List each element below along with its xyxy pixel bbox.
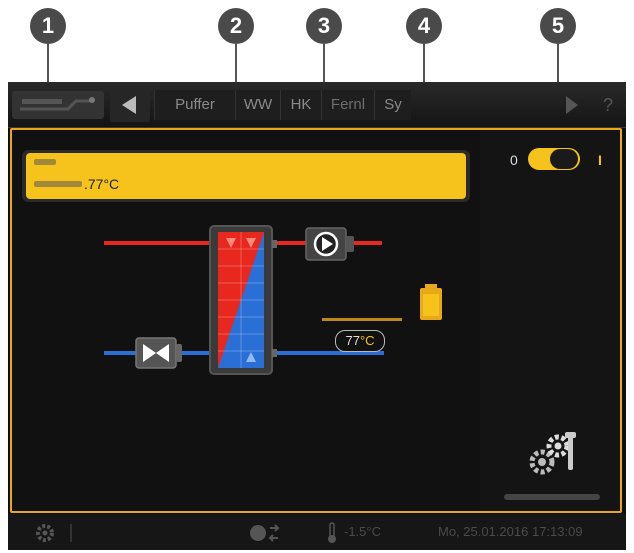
callout-5: 5 (540, 8, 576, 44)
network-globe-icon (250, 524, 280, 542)
flow-temperature-unit: °C (359, 333, 375, 348)
thermometer-icon (328, 522, 336, 543)
status-bar: -1.5°C Mo, 25.01.2016 17:13:09 (8, 514, 626, 550)
pump-icon (305, 227, 354, 261)
nav-forward-button[interactable] (556, 88, 586, 122)
gear-wrench-icon (529, 432, 576, 475)
callout-number: 2 (229, 13, 243, 38)
settings-label-placeholder (504, 494, 600, 500)
gear-icon[interactable] (34, 522, 56, 544)
device-screen: Puffer WW HK Fernl Sy ? .77°C 0 I 77°C -… (8, 82, 626, 550)
callout-1: 1 (30, 8, 66, 44)
heat-exchanger-icon (209, 225, 277, 375)
callout-number: 1 (41, 13, 55, 38)
callout-2: 2 (218, 8, 254, 44)
settings-button[interactable] (524, 430, 584, 478)
help-button[interactable]: ? (594, 90, 622, 120)
tab-ww[interactable]: WW (235, 90, 280, 120)
callout-number: 3 (317, 13, 331, 38)
callout-number: 5 (551, 13, 565, 38)
supply-glow (322, 318, 402, 321)
callout-4: 4 (406, 8, 442, 44)
tab-hk[interactable]: HK (280, 90, 321, 120)
toggle-knob (550, 149, 578, 169)
on-off-toggle[interactable] (528, 148, 580, 170)
flow-temperature-badge: 77°C (335, 330, 385, 352)
toggle-on-label: I (598, 152, 602, 168)
home-logo-button[interactable] (12, 91, 104, 119)
flow-temperature-value: 77 (345, 333, 360, 348)
callout-number: 4 (417, 13, 431, 38)
main-panel: .77°C 0 I 77°C (10, 128, 622, 513)
brand-logo-icon (20, 97, 95, 111)
top-navigation-bar: Puffer WW HK Fernl Sy ? (8, 82, 626, 128)
tab-puffer[interactable]: Puffer (154, 90, 235, 120)
outdoor-temperature: -1.5°C (344, 524, 381, 539)
status-separator (70, 524, 72, 542)
hydraulic-diagram (104, 225, 442, 375)
date-time: Mo, 25.01.2016 17:13:09 (438, 524, 583, 539)
tab-fernl[interactable]: Fernl (321, 90, 374, 120)
toggle-off-label: 0 (510, 152, 518, 168)
callout-3: 3 (306, 8, 342, 44)
valve-icon (135, 337, 182, 369)
battery-icon (420, 284, 442, 320)
nav-back-button[interactable] (110, 88, 150, 122)
tab-sy[interactable]: Sy (374, 90, 411, 120)
